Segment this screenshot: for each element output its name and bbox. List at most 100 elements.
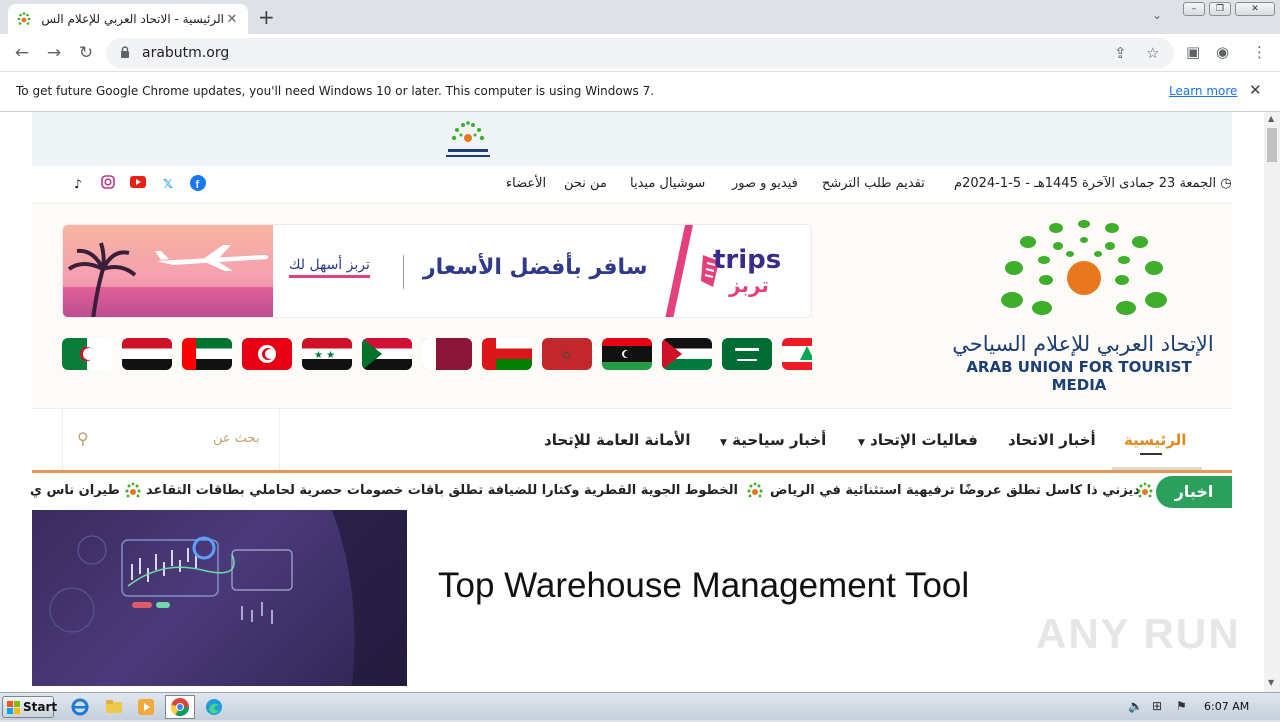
action-center-flag-icon[interactable]: ⚑ xyxy=(1176,699,1187,713)
start-button[interactable]: Start xyxy=(2,696,57,718)
lock-icon xyxy=(121,46,129,58)
taskbar-clock[interactable]: 6:07 AM xyxy=(1204,700,1249,713)
forward-icon[interactable]: → xyxy=(42,42,66,64)
ticker-logo-icon xyxy=(1137,482,1153,498)
infobar-close-icon[interactable]: ✕ xyxy=(1249,81,1262,99)
minimize-icon[interactable]: – xyxy=(1183,2,1205,16)
instagram-icon[interactable] xyxy=(98,175,118,193)
tab-search-chevron-icon[interactable]: ⌄ xyxy=(1152,8,1162,22)
url-text[interactable]: arabutm.org xyxy=(142,45,229,61)
nav-union-events[interactable]: فعاليات الإتحاد ▼ xyxy=(858,431,978,449)
browser-toolbar: ← → ↻ arabutm.org ⇪ ☆ ▣ ◉ ⋮ xyxy=(0,34,1280,72)
svg-text:f: f xyxy=(196,179,200,191)
scrollbar-thumb[interactable] xyxy=(1267,128,1277,162)
reload-icon[interactable]: ↻ xyxy=(74,42,98,64)
svg-text:★ ★: ★ ★ xyxy=(314,350,335,361)
top-nav-members[interactable]: الأعضاء xyxy=(506,176,546,191)
nav-union-news[interactable]: أخبار الاتحاد xyxy=(1008,431,1096,449)
youtube-icon[interactable] xyxy=(128,175,148,193)
window-controls: – ❐ ✕ xyxy=(1183,2,1275,16)
nav-home[interactable]: الرئيسية xyxy=(1124,431,1186,449)
restore-icon[interactable]: ❐ xyxy=(1209,2,1231,16)
flag-yemen[interactable] xyxy=(122,338,172,370)
ticker-logo-icon xyxy=(747,482,763,498)
tab-title: الرئيسية - الاتحاد العربي للإعلام الس... xyxy=(42,12,224,26)
tiktok-icon[interactable]: ♪ xyxy=(68,175,88,193)
update-infobar: To get future Google Chrome updates, you… xyxy=(0,72,1280,112)
edge-icon[interactable] xyxy=(204,697,224,717)
search-box[interactable]: ⚲ بحث عن xyxy=(62,409,280,471)
trips-banner-ad[interactable]: تربز أسهل لك سافر بأفضل الأسعار trips تر… xyxy=(62,224,812,318)
browser-tab[interactable]: الرئيسية - الاتحاد العربي للإعلام الس...… xyxy=(8,4,248,34)
new-tab-icon[interactable]: + xyxy=(258,6,275,28)
ticker-item[interactable]: الخطوط الجوية القطرية وكتارا للضيافة تطل… xyxy=(146,483,738,498)
flag-lebanon[interactable] xyxy=(782,338,812,370)
flag-libya[interactable] xyxy=(602,338,652,370)
taskbar: Start 🔈 ⊞ ⚑ 6:07 AM xyxy=(0,692,1280,720)
flag-sudan[interactable] xyxy=(362,338,412,370)
flag-syria[interactable]: ★ ★ xyxy=(302,338,352,370)
chrome-taskbar-button[interactable] xyxy=(165,695,195,719)
close-window-icon[interactable]: ✕ xyxy=(1235,2,1275,16)
ticker-label: اخبار xyxy=(1156,476,1232,508)
nav-tourism-news-label: أخبار سياحية xyxy=(732,431,827,449)
top-nav-nomination[interactable]: تقديم طلب الترشح xyxy=(822,176,925,191)
share-icon[interactable]: ⇪ xyxy=(1114,44,1127,62)
logo-english-name: ARAB UNION FOR TOURIST MEDIA xyxy=(966,358,1192,394)
ticker-item[interactable]: طيران ناس ي xyxy=(30,483,120,498)
top-nav-video-photos[interactable]: فيديو و صور xyxy=(732,176,798,191)
file-explorer-icon[interactable] xyxy=(104,697,124,717)
article-image[interactable] xyxy=(32,510,407,686)
flag-tunisia[interactable] xyxy=(242,338,292,370)
search-input[interactable]: بحث عن xyxy=(213,431,260,446)
flag-qatar[interactable] xyxy=(422,338,472,370)
top-nav-social-media[interactable]: سوشيال ميديا xyxy=(630,176,705,191)
ticker-item[interactable]: ديزني ذا كاسل تطلق عروضًا ترفيهية استثنا… xyxy=(770,483,1140,498)
anyrun-watermark: ANY RUN xyxy=(1036,610,1241,657)
page-scrollbar[interactable]: ▲ ▼ xyxy=(1264,112,1280,692)
search-icon[interactable]: ⚲ xyxy=(77,429,89,448)
flag-algeria[interactable] xyxy=(62,338,112,370)
trading-chart-image xyxy=(49,510,407,686)
flag-saudi-arabia[interactable] xyxy=(722,338,772,370)
scroll-up-icon[interactable]: ▲ xyxy=(1268,114,1274,123)
flag-uae[interactable] xyxy=(182,338,232,370)
network-icon[interactable]: ⊞ xyxy=(1152,699,1162,713)
article-title[interactable]: Top Warehouse Management Tool xyxy=(438,566,969,606)
internet-explorer-icon[interactable] xyxy=(70,697,90,717)
bookmark-star-icon[interactable]: ☆ xyxy=(1146,44,1159,62)
x-icon[interactable]: 𝕏 xyxy=(158,175,178,193)
nav-tourism-news[interactable]: أخبار سياحية ▼ xyxy=(720,431,826,449)
info-line: ♪ 𝕏 f الأعضاء من نحن سوشيال ميديا فيديو … xyxy=(32,166,1232,204)
menu-kebab-icon[interactable]: ⋮ xyxy=(1252,43,1267,61)
profile-avatar-icon[interactable]: ◉ xyxy=(1216,43,1229,61)
volume-icon[interactable]: 🔈 xyxy=(1128,699,1143,713)
learn-more-link[interactable]: Learn more xyxy=(1169,84,1237,98)
address-bar[interactable]: arabutm.org ⇪ ☆ xyxy=(106,38,1174,68)
page-viewport: ♪ 𝕏 f الأعضاء من نحن سوشيال ميديا فيديو … xyxy=(0,112,1264,692)
windows-logo-icon xyxy=(7,701,20,714)
chevron-down-icon: ▼ xyxy=(720,438,727,448)
facebook-icon[interactable]: f xyxy=(188,175,208,193)
site-logo[interactable]: الإتحاد العربي للإعلام السياحي ARAB UNIO… xyxy=(944,220,1224,394)
flag-oman[interactable] xyxy=(482,338,532,370)
side-panel-icon[interactable]: ▣ xyxy=(1186,43,1200,61)
scroll-down-icon[interactable]: ▼ xyxy=(1268,678,1274,687)
flag-palestine[interactable] xyxy=(662,338,712,370)
airplane-icon xyxy=(155,245,269,271)
flag-morocco[interactable]: ✩ xyxy=(542,338,592,370)
tab-strip: الرئيسية - الاتحاد العربي للإعلام الس...… xyxy=(0,0,1280,34)
nav-secretariat[interactable]: الأمانة العامة للإتحاد xyxy=(544,431,690,449)
site-container: ♪ 𝕏 f الأعضاء من نحن سوشيال ميديا فيديو … xyxy=(30,112,1232,692)
banner-brand: trips xyxy=(713,245,782,275)
site-favicon-icon xyxy=(17,12,31,25)
logo-arabic-name: الإتحاد العربي للإعلام السياحي xyxy=(952,332,1214,356)
tab-close-icon[interactable]: ✕ xyxy=(224,12,240,27)
featured-article[interactable]: Top Warehouse Management Tool xyxy=(32,510,1232,692)
top-nav-about[interactable]: من نحن xyxy=(564,176,607,191)
news-ticker: طيران ناس ي الخطوط الجوية القطرية وكتارا… xyxy=(30,470,1232,510)
media-player-icon[interactable] xyxy=(136,697,156,717)
ticker-logo-icon xyxy=(125,482,141,498)
back-icon[interactable]: ← xyxy=(10,42,34,64)
chrome-icon xyxy=(170,698,189,717)
